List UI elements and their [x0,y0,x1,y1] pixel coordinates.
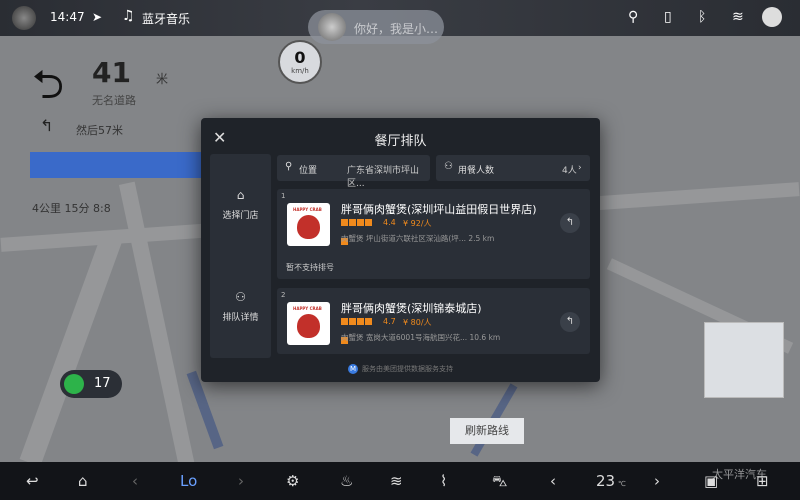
location-filter[interactable]: ⚲ 位置 广东省深圳市坪山区... [277,155,430,189]
navigate-to-icon[interactable]: ↰ [560,312,580,332]
user-account-icon[interactable] [762,7,782,27]
left-climate-temp[interactable]: Lo [180,472,197,490]
meituan-logo-icon: M [348,364,358,374]
restaurant-card[interactable]: 1 HAPPY CRAB 胖哥俩肉蟹煲(深圳坪山益田假日世界店) 4.4 ¥ 9… [277,189,590,279]
avg-price: ¥ 92/人 [403,219,432,228]
fan-airflow-icon[interactable]: ≋ [390,472,403,490]
location-pin-icon: ⚲ [285,161,293,172]
temperature-unit: ℃ [618,480,626,488]
chevron-left-icon[interactable]: ‹ [132,472,138,490]
people-icon: ⚇ [444,161,453,172]
star-rating [341,219,380,245]
rating-score: 4.4 [383,218,396,227]
sidebar-item-queue-details[interactable]: ⚇ 排队详情 [210,290,271,323]
music-note-icon: ♫ [122,8,135,24]
next-instruction: 然后57米 [76,124,123,137]
seat-heater-icon[interactable]: ♨ [340,472,353,490]
chevron-right-icon: › [578,163,582,173]
bluetooth-icon: ᛒ [698,9,707,25]
clock: 14:47 [50,10,85,24]
music-source[interactable]: 蓝牙音乐 [142,10,190,27]
restaurant-logo: HAPPY CRAB [287,203,330,246]
sd-card-icon: ▯ [664,9,672,25]
right-climate-temp[interactable]: 23 [596,472,615,490]
trip-summary: 4公里 15分 8:8 [32,202,111,215]
chevron-left-icon[interactable]: ‹ [550,472,556,490]
home-icon[interactable]: ⌂ [78,472,88,490]
location-pin-icon: ⚲ [628,9,639,25]
lane-guidance-bar [30,152,206,178]
restaurant-name: 胖哥俩肉蟹煲(深圳坪山益田假日世界店) [341,203,537,216]
defrost-icon[interactable]: ⌇ [440,472,447,490]
star-rating [341,318,380,344]
turn-left-icon: ↰ [40,116,54,135]
party-size-filter[interactable]: ⚇ 用餐人数 4人 › [436,155,590,181]
watermark: 太平洋汽车 [712,468,767,481]
dialog-sidebar: ⌂ 选择门店 ⚇ 排队详情 [210,154,271,358]
back-icon[interactable]: ↩ [26,472,39,490]
restaurant-queue-dialog: ✕ 餐厅排队 ⌂ 选择门店 ⚇ 排队详情 ⚲ 位置 广东省深圳市坪山区... ⚇… [201,118,600,382]
provider-footer: M 服务由美团提供数据服务支持 [348,364,453,374]
settings-gear-icon[interactable]: ⚙ [286,472,299,490]
bottom-dock: ↩ ⌂ ‹ Lo › ⚙ ♨ ≋ ⌇ ⛍ ‹ 23 ℃ › ▣ ⊞ [0,462,800,500]
car-icon[interactable]: ⛍ [492,472,507,492]
wifi-icon: ≋ [732,9,744,25]
traffic-light-icon [64,374,84,394]
restaurant-description: 肉蟹煲 宽岗大道6001号海航国兴花... 10.6 km [341,333,501,342]
profile-avatar[interactable] [12,6,36,30]
refresh-route-button[interactable]: 刷新路线 [450,418,524,444]
chevron-right-icon[interactable]: › [654,472,660,490]
current-road: 无名道路 [92,94,136,107]
navigation-arrow-icon: ➤ [92,10,103,24]
avg-price: ¥ 80/人 [403,318,432,327]
turn-distance: 41 [92,56,131,89]
chevron-right-icon[interactable]: › [238,472,244,490]
rating-score: 4.7 [383,317,396,326]
restaurant-logo: HAPPY CRAB [287,302,330,345]
congestion-indicator[interactable]: 17 [60,370,122,398]
people-icon: ⚇ [235,290,246,304]
queue-note: 暂不支持排号 [286,263,334,272]
voice-hint: 你好，我是小… [354,22,439,36]
home-icon: ⌂ [236,188,245,202]
turn-distance-unit: 米 [156,72,169,86]
dialog-title: 餐厅排队 [374,134,427,149]
speed-limit-sign: 0 km/h [278,40,322,84]
u-turn-icon: ⮌ [32,62,65,108]
navigate-to-icon[interactable]: ↰ [560,213,580,233]
restaurant-description: 肉蟹煲 坪山街道六联社区深汕路(坪... 2.5 km [341,234,495,243]
overview-minimap[interactable] [704,322,784,398]
restaurant-card[interactable]: 2 HAPPY CRAB 胖哥俩肉蟹煲(深圳锦泰城店) 4.7 ¥ 80/人 肉… [277,288,590,354]
voice-assistant-icon [318,13,346,41]
restaurant-name: 胖哥俩肉蟹煲(深圳锦泰城店) [341,302,482,315]
sidebar-item-select-store[interactable]: ⌂ 选择门店 [210,188,271,221]
voice-assistant-pill[interactable]: 你好，我是小… [308,10,444,44]
